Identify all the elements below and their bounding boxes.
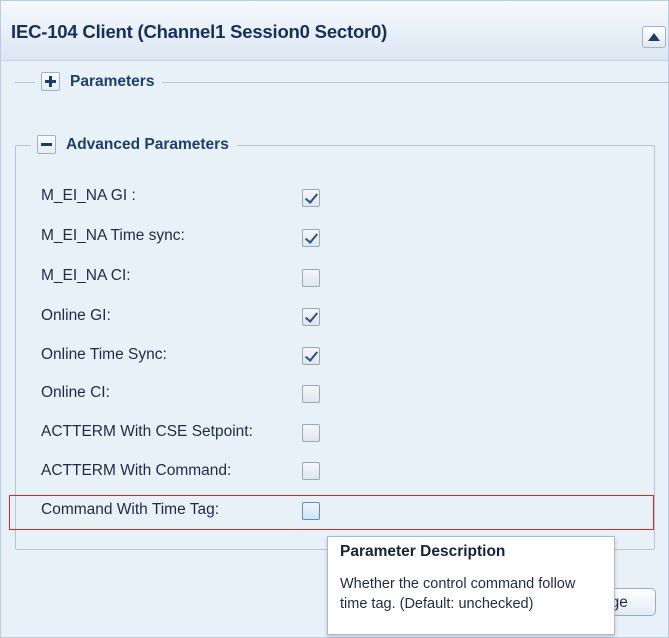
parameters-group-label: Parameters xyxy=(70,72,155,90)
panel-header: IEC-104 Client (Channel1 Session0 Sector… xyxy=(1,1,668,61)
expand-plus-icon[interactable] xyxy=(41,72,60,91)
triangle-up-icon xyxy=(648,33,660,41)
advanced-parameters-group-label: Advanced Parameters xyxy=(66,135,229,153)
parameter-description-tooltip: Parameter Description Whether the contro… xyxy=(327,536,615,635)
checkbox-online-time-sync[interactable] xyxy=(302,347,320,365)
row-label-actterm-cse-setpoint: ACTTERM With CSE Setpoint: xyxy=(41,423,253,440)
checkbox-online-ci[interactable] xyxy=(302,385,320,403)
parameters-group-header[interactable]: Parameters xyxy=(35,72,163,91)
advanced-parameters-group-header[interactable]: Advanced Parameters xyxy=(31,135,237,154)
checkbox-actterm-cse-setpoint[interactable] xyxy=(302,424,320,442)
divider xyxy=(159,82,668,83)
checkbox-m-ei-na-gi[interactable] xyxy=(302,189,320,207)
collapse-panel-button[interactable] xyxy=(642,26,666,48)
row-label-actterm-command: ACTTERM With Command: xyxy=(41,462,232,479)
row-label-m-ei-na-ci: M_EI_NA CI: xyxy=(41,267,131,284)
checkbox-online-gi[interactable] xyxy=(302,308,320,326)
checkbox-m-ei-na-time-sync[interactable] xyxy=(302,229,320,247)
tooltip-body: Whether the control command follow time … xyxy=(340,576,576,612)
row-label-m-ei-na-time-sync: M_EI_NA Time sync: xyxy=(41,227,185,244)
row-label-command-time-tag: Command With Time Tag: xyxy=(41,501,220,518)
iec104-client-panel: IEC-104 Client (Channel1 Session0 Sector… xyxy=(0,0,669,638)
collapse-minus-icon[interactable] xyxy=(37,135,56,154)
row-label-online-time-sync: Online Time Sync: xyxy=(41,346,167,363)
row-label-m-ei-na-gi: M_EI_NA GI : xyxy=(41,187,136,204)
panel-title: IEC-104 Client (Channel1 Session0 Sector… xyxy=(11,21,388,42)
divider xyxy=(15,82,37,83)
checkbox-actterm-command[interactable] xyxy=(302,462,320,480)
checkbox-m-ei-na-ci[interactable] xyxy=(302,269,320,287)
row-label-online-ci: Online CI: xyxy=(41,384,110,401)
row-label-online-gi: Online GI: xyxy=(41,307,111,324)
tooltip-title: Parameter Description xyxy=(340,543,506,560)
checkbox-command-time-tag[interactable] xyxy=(302,502,320,520)
